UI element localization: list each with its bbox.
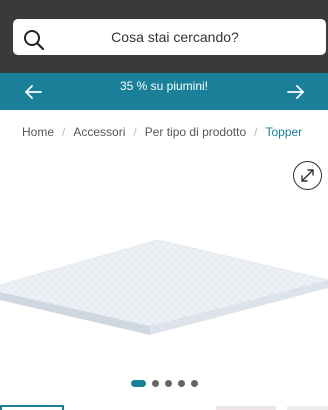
zoom-button[interactable] bbox=[293, 161, 322, 190]
thumbnail-active[interactable] bbox=[0, 405, 64, 410]
breadcrumb-accessori[interactable]: Accessori bbox=[73, 125, 125, 139]
promo-text[interactable]: 35 % su piumini! bbox=[0, 76, 328, 96]
carousel-dot[interactable] bbox=[165, 379, 172, 387]
carousel-dots bbox=[131, 379, 204, 387]
carousel-dot[interactable] bbox=[178, 379, 185, 387]
search-placeholder[interactable]: Cosa stai cercando? bbox=[0, 19, 328, 55]
breadcrumb-separator: / bbox=[133, 125, 137, 139]
expand-icon bbox=[301, 169, 314, 182]
thumbnail[interactable] bbox=[216, 406, 276, 410]
breadcrumb-separator: / bbox=[62, 125, 66, 139]
product-image[interactable] bbox=[0, 240, 328, 345]
carousel-dot-active[interactable] bbox=[131, 379, 146, 387]
breadcrumb-home[interactable]: Home bbox=[22, 125, 54, 139]
thumbnail[interactable] bbox=[287, 406, 328, 410]
breadcrumb-separator: / bbox=[254, 125, 258, 139]
breadcrumb: Home / Accessori / Per tipo di prodotto … bbox=[22, 123, 302, 141]
carousel-dot[interactable] bbox=[152, 379, 159, 387]
carousel-dot[interactable] bbox=[191, 379, 198, 387]
breadcrumb-product-type[interactable]: Per tipo di prodotto bbox=[145, 125, 246, 139]
arrow-right-icon[interactable] bbox=[287, 84, 305, 100]
breadcrumb-current[interactable]: Topper bbox=[265, 125, 302, 139]
